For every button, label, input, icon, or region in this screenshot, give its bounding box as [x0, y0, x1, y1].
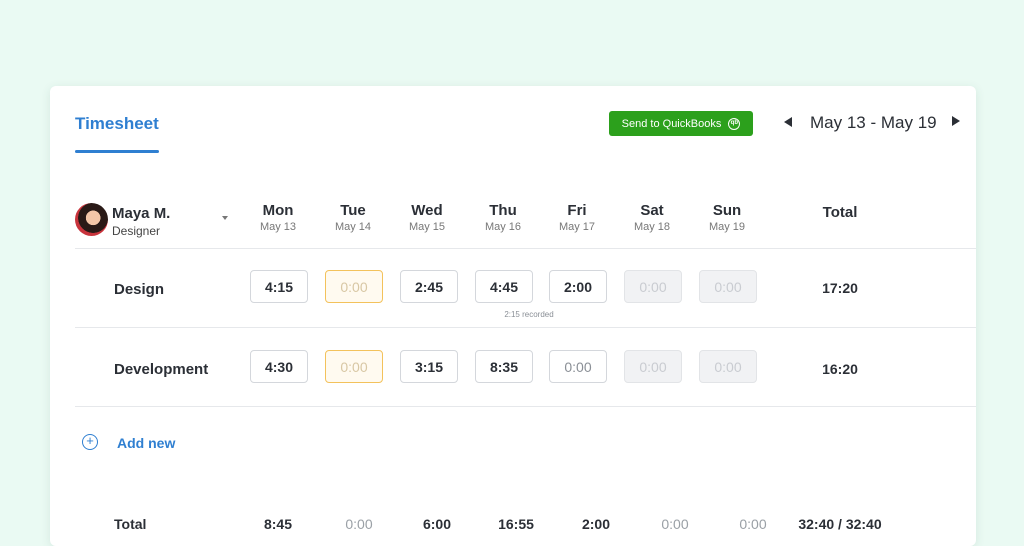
- divider: [75, 327, 976, 328]
- user-name[interactable]: Maya M.: [112, 205, 170, 222]
- previous-week-icon[interactable]: [784, 117, 792, 127]
- day-name: Tue: [340, 202, 366, 219]
- footer-total-mon: 8:45: [263, 516, 293, 532]
- day-date: May 18: [633, 221, 671, 233]
- send-to-quickbooks-button[interactable]: Send to QuickBooks qb: [609, 111, 753, 136]
- total-column-header: Total: [822, 204, 858, 221]
- day-name: Sat: [640, 202, 664, 219]
- day-header-wed: Wed May 15: [392, 202, 462, 233]
- day-header-sun: Sun May 19: [692, 202, 762, 233]
- divider: [75, 406, 976, 407]
- day-date: May 15: [408, 221, 446, 233]
- tab-timesheet[interactable]: Timesheet: [75, 114, 159, 134]
- day-header-fri: Fri May 17: [542, 202, 612, 233]
- time-cell-design-mon[interactable]: 4:15: [250, 270, 308, 303]
- time-cell-design-sat[interactable]: 0:00: [624, 270, 682, 303]
- footer-grand-total: 32:40 / 32:40: [798, 516, 882, 532]
- footer-total-fri: 2:00: [581, 516, 611, 532]
- add-new-button[interactable]: Add new: [117, 435, 175, 451]
- user-role: Designer: [112, 224, 161, 238]
- active-tab-indicator: [75, 150, 159, 153]
- time-cell-development-mon[interactable]: 4:30: [250, 350, 308, 383]
- footer-total-sat: 0:00: [661, 516, 689, 532]
- time-cell-design-fri[interactable]: 2:00: [549, 270, 607, 303]
- divider: [75, 248, 976, 249]
- day-date: May 16: [484, 221, 522, 233]
- time-cell-development-tue[interactable]: 0:00: [325, 350, 383, 383]
- day-name: Mon: [262, 202, 294, 219]
- quickbooks-logo-icon: qb: [728, 117, 741, 130]
- time-cell-development-sat[interactable]: 0:00: [624, 350, 682, 383]
- day-name: Sun: [712, 202, 742, 219]
- date-range: May 13 - May 19: [810, 113, 937, 132]
- time-cell-development-wed[interactable]: 3:15: [400, 350, 458, 383]
- user-dropdown-icon[interactable]: [222, 216, 228, 220]
- next-week-icon[interactable]: [952, 116, 960, 126]
- day-name: Wed: [411, 202, 443, 219]
- time-cell-development-fri[interactable]: 0:00: [549, 350, 607, 383]
- time-cell-development-sun[interactable]: 0:00: [699, 350, 757, 383]
- day-name: Fri: [567, 202, 587, 219]
- day-date: May 13: [259, 221, 297, 233]
- footer-total-thu: 16:55: [498, 516, 534, 532]
- day-name: Thu: [489, 202, 517, 219]
- day-header-mon: Mon May 13: [243, 202, 313, 233]
- day-date: May 19: [708, 221, 746, 233]
- day-date: May 17: [558, 221, 596, 233]
- footer-total-label: Total: [114, 516, 147, 532]
- time-cell-design-sun[interactable]: 0:00: [699, 270, 757, 303]
- day-date: May 14: [334, 221, 372, 233]
- time-cell-design-thu[interactable]: 4:45: [475, 270, 533, 303]
- row-total-development: 16:20: [822, 361, 858, 377]
- row-total-design: 17:20: [822, 280, 858, 296]
- day-header-thu: Thu May 16: [468, 202, 538, 233]
- row-label-design: Design: [114, 281, 165, 298]
- row-label-development: Development: [114, 361, 209, 378]
- day-header-sat: Sat May 18: [617, 202, 687, 233]
- time-cell-design-wed[interactable]: 2:45: [400, 270, 458, 303]
- footer-total-sun: 0:00: [739, 516, 767, 532]
- send-to-quickbooks-label: Send to QuickBooks: [621, 117, 722, 130]
- timesheet-card: Timesheet Send to QuickBooks qb May 13 -…: [50, 86, 976, 546]
- footer-total-tue: 0:00: [345, 516, 373, 532]
- avatar: [75, 203, 108, 236]
- footer-total-wed: 6:00: [422, 516, 452, 532]
- recorded-note: 2:15 recorded: [504, 310, 554, 319]
- plus-circle-icon[interactable]: +: [82, 434, 98, 450]
- time-cell-design-tue[interactable]: 0:00: [325, 270, 383, 303]
- time-cell-development-thu[interactable]: 8:35: [475, 350, 533, 383]
- day-header-tue: Tue May 14: [318, 202, 388, 233]
